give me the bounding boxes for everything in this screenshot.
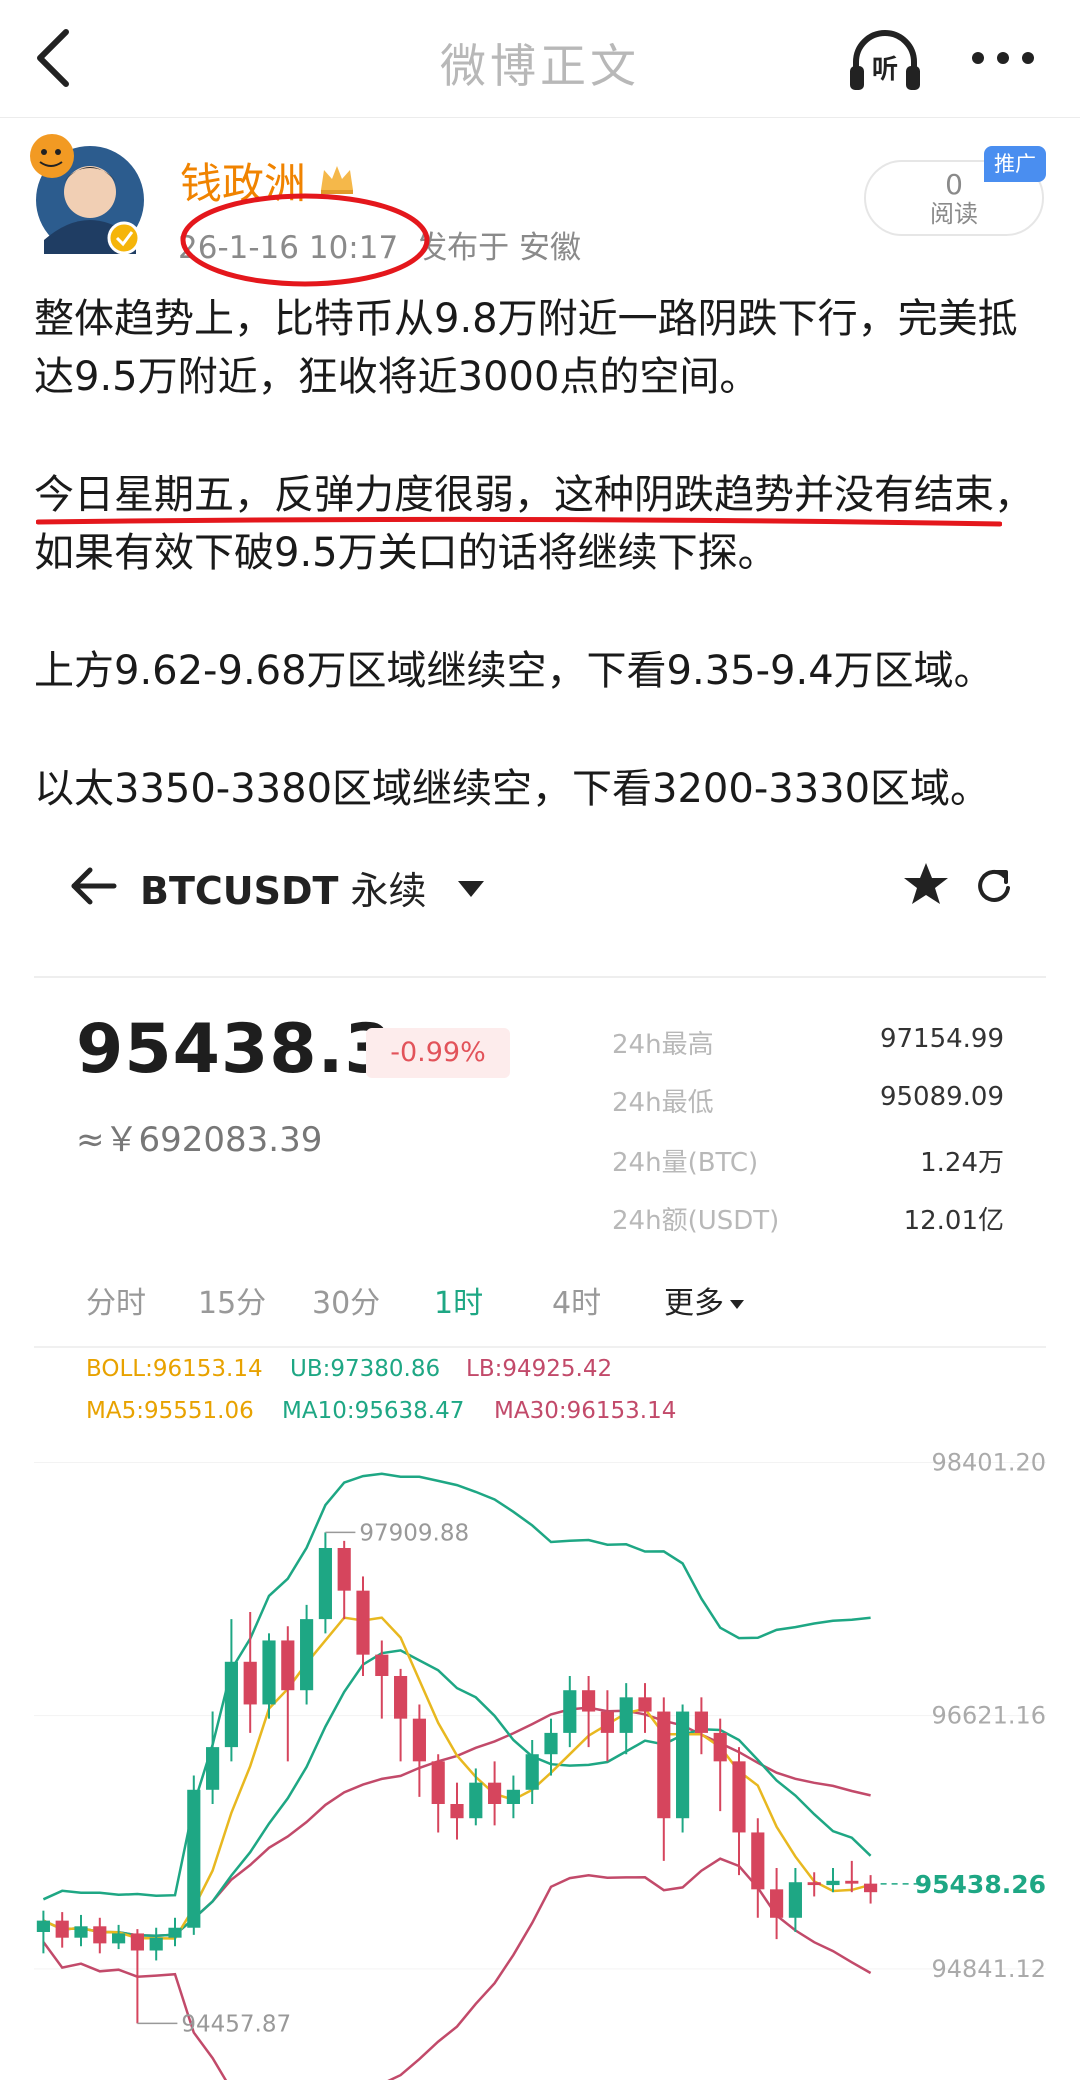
candle-body	[732, 1761, 746, 1833]
pair-symbol: BTCUSDT	[140, 869, 339, 913]
candle-body	[657, 1711, 671, 1819]
candle-body	[74, 1926, 88, 1938]
candle-body	[36, 1920, 50, 1932]
tab-more-label: 更多	[664, 1286, 724, 1321]
headphones-icon[interactable]: 听	[846, 26, 924, 96]
candle-body	[55, 1920, 69, 1938]
post-location: 发布于 安徽	[416, 230, 582, 266]
candle-body	[600, 1711, 614, 1733]
candle-body	[488, 1782, 502, 1804]
post-paragraph: 以太3350-3380区域继续空，下看3200-3330区域。	[34, 766, 991, 812]
candle-body	[563, 1690, 577, 1733]
candle-body	[262, 1640, 276, 1705]
tab-timeframe[interactable]: 分时	[86, 1278, 146, 1322]
candle-body	[619, 1697, 633, 1733]
star-icon[interactable]	[902, 860, 950, 908]
high-price-label: 97909.88	[359, 1520, 469, 1546]
post-paragraph: 上方9.62-9.68万区域继续空，下看9.35-9.4万区域。	[34, 648, 994, 694]
candle-body	[112, 1933, 126, 1944]
stat-value: 12.01亿	[903, 1206, 1004, 1236]
y-axis-tick-label: 96621.16	[931, 1702, 1046, 1730]
trading-pair-bar: BTCUSDT 永续	[70, 860, 1030, 920]
trading-pair-name[interactable]: BTCUSDT 永续	[140, 860, 426, 915]
verified-badge-icon	[107, 221, 141, 255]
candle-body	[770, 1889, 784, 1918]
stat-value: 1.24万	[920, 1148, 1004, 1178]
candle-body	[582, 1690, 596, 1712]
tab-timeframe[interactable]: 30分	[312, 1278, 380, 1322]
candle-body	[356, 1590, 370, 1655]
caret-down-icon	[730, 1300, 744, 1309]
candle-body	[864, 1883, 878, 1893]
tab-more[interactable]: 更多	[664, 1278, 744, 1322]
stat-label: 24h量(BTC)	[612, 1148, 759, 1178]
stat-label: 24h额(USDT)	[612, 1206, 780, 1236]
candle-body	[431, 1761, 445, 1804]
price-change-badge: -0.99%	[366, 1028, 510, 1078]
candle-body	[525, 1754, 539, 1790]
stat-label: 24h最高	[612, 1030, 714, 1060]
underline-annotation	[36, 516, 1002, 527]
candle-body	[826, 1880, 840, 1886]
chart-separator	[34, 1346, 1046, 1348]
tab-timeframe-active[interactable]: 1时	[434, 1278, 483, 1322]
arrow-left-icon[interactable]	[70, 866, 118, 906]
candle-body	[149, 1937, 163, 1951]
tab-timeframe[interactable]: 15分	[198, 1278, 266, 1322]
candle-body	[187, 1789, 201, 1928]
candle-body	[676, 1711, 690, 1819]
low-price-label: 94457.87	[181, 2011, 291, 2037]
cny-price: ≈￥692083.39	[76, 1120, 323, 1160]
tab-timeframe[interactable]: 4时	[552, 1278, 601, 1322]
y-axis-tick-label: 94841.12	[931, 1955, 1046, 1983]
current-price-label: 95438.26	[915, 1870, 1046, 1899]
candle-body	[469, 1782, 483, 1819]
promo-badge[interactable]: 推广	[984, 146, 1046, 182]
candle-body	[206, 1747, 220, 1790]
candle-body	[694, 1711, 708, 1733]
section-divider	[34, 976, 1046, 978]
candle-body	[224, 1661, 238, 1748]
caret-down-icon[interactable]	[456, 878, 486, 900]
timeframe-tabs: 分时 15分 30分 1时 4时 更多	[86, 1278, 986, 1322]
read-label: 阅读	[930, 200, 978, 228]
candle-body	[713, 1732, 727, 1762]
candle-body	[130, 1933, 144, 1951]
stat-value: 97154.99	[879, 1024, 1004, 1054]
candle-body	[337, 1548, 351, 1591]
candle-body	[450, 1804, 464, 1819]
candle-body	[318, 1548, 332, 1620]
candle-body	[807, 1882, 821, 1886]
candle-body	[375, 1654, 389, 1676]
candle-body	[544, 1732, 558, 1755]
candle-body	[394, 1676, 408, 1719]
stat-value: 95089.09	[879, 1082, 1004, 1112]
top-nav-bar: 微博正文 听	[0, 0, 1080, 118]
y-axis-tick-label: 98401.20	[931, 1448, 1046, 1476]
candlestick-chart[interactable]: 98401.20 96621.16 94841.12 97909.88 94457.87…	[0, 1360, 1080, 2080]
candle-body	[243, 1661, 257, 1705]
candle-body	[506, 1789, 520, 1804]
candle-body	[845, 1880, 859, 1884]
listen-label: 听	[872, 55, 898, 85]
boll-lower-band	[42, 1857, 872, 2080]
ellipsis-icon[interactable]	[968, 40, 1038, 76]
ma5-line	[42, 1616, 871, 1940]
avatar[interactable]	[26, 130, 148, 260]
candle-body	[638, 1697, 652, 1712]
date-circle-annotation	[180, 193, 430, 287]
candle-body	[300, 1619, 314, 1691]
candle-body	[412, 1718, 426, 1762]
candle-body	[788, 1882, 802, 1918]
refresh-icon[interactable]	[974, 866, 1014, 906]
post-paragraph: 整体趋势上，比特币从9.8万附近一路阴跌下行，完美抵达9.5万附近，狂收将近30…	[34, 296, 1018, 400]
candle-body	[751, 1832, 765, 1890]
candle-body	[93, 1926, 107, 1944]
candle-body	[281, 1640, 295, 1691]
last-price: 95438.3	[76, 1010, 393, 1089]
candle-body	[168, 1927, 182, 1938]
pair-contract-type: 永续	[350, 869, 427, 913]
stat-label: 24h最低	[612, 1088, 714, 1118]
tiger-mascot-icon	[30, 134, 74, 178]
